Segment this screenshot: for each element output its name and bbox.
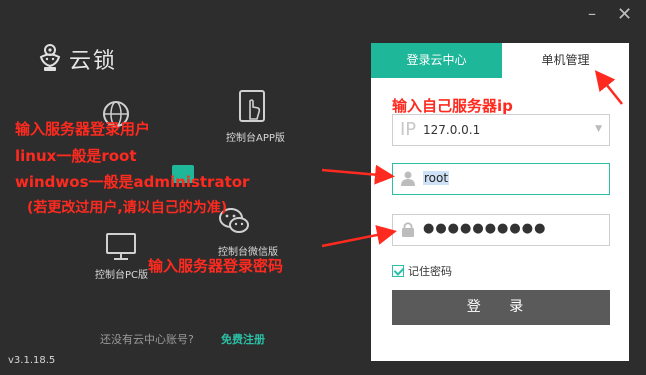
annotation-user-1: 输入服务器登录用户 [15,120,151,138]
annotation-password: 输入服务器登录密码 [148,257,284,275]
remember-checkbox[interactable] [392,265,404,277]
tab-local-management[interactable]: 单机管理 [502,43,629,78]
app-console-label[interactable]: 控制台APP版 [226,129,285,144]
tablet-icon[interactable] [238,89,268,125]
minimize-button[interactable]: – [588,4,596,23]
remember-password[interactable]: 记住密码 [392,263,452,279]
lion-logo-icon [39,44,61,71]
chevron-down-icon[interactable]: ▼ [595,124,602,134]
pc-console-label[interactable]: 控制台PC版 [95,266,148,281]
annotation-ip: 输入自己服务器ip [392,97,513,115]
close-button[interactable]: ✕ [617,4,632,25]
monitor-icon[interactable] [105,232,137,262]
user-icon [401,171,415,186]
ip-value: 127.0.0.1 [423,123,481,137]
username-value: root [423,171,450,185]
annotation-user-3: windwos一般是administrator [15,173,250,191]
ip-prefix-label: IP [400,119,417,140]
brand-name: 云锁 [69,49,118,74]
ip-select[interactable]: IP 127.0.0.1 ▼ [392,114,610,146]
no-account-text: 还没有云中心账号? [100,333,194,346]
annotation-user-2: linux一般是root [15,147,137,165]
password-value: ●●●●●●●●●● [423,221,547,236]
login-window: – ✕ 云锁 控制台APP版 控制台微信版 控制台PC版 还没有云中心账号? 免… [0,0,646,375]
login-button[interactable]: 登 录 [392,290,610,325]
login-panel: 登录云中心 单机管理 IP 127.0.0.1 ▼ root ●●●●●●●●●… [371,43,629,361]
remember-label: 记住密码 [408,265,452,278]
version-label: v3.1.18.5 [8,355,56,366]
lock-icon [402,222,414,237]
username-field[interactable]: root [392,163,610,195]
brand-logo: 云锁 [37,43,117,75]
register-link[interactable]: 免费注册 [221,331,265,347]
annotation-user-4: (若更改过用户,请以自己的为准) [27,200,228,216]
tab-cloud-login[interactable]: 登录云中心 [371,43,502,78]
password-field[interactable]: ●●●●●●●●●● [392,214,610,246]
